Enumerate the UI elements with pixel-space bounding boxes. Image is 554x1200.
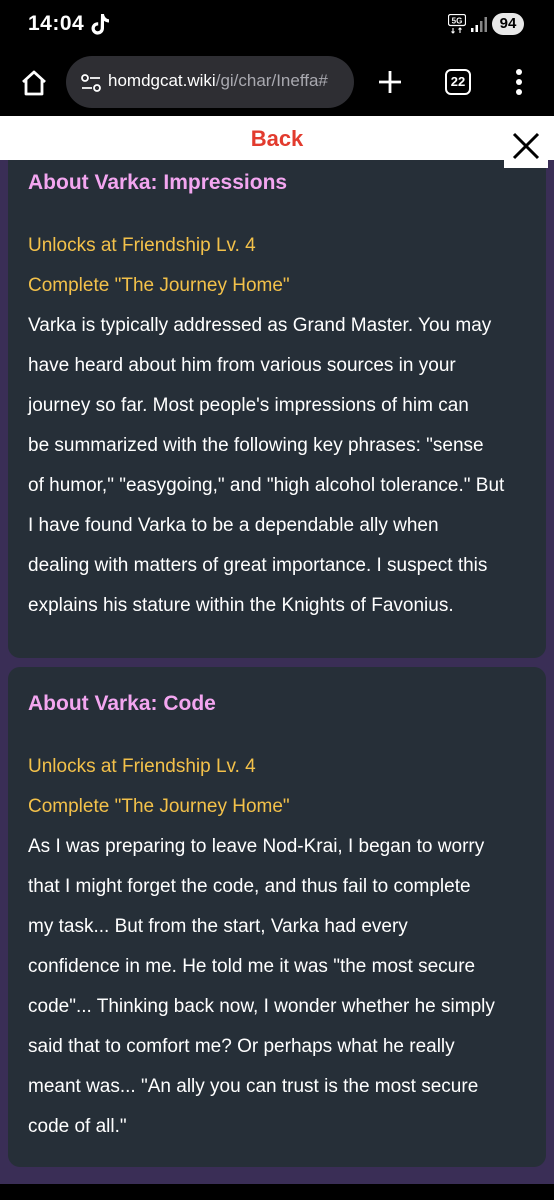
plus-icon [379, 71, 401, 93]
tiktok-icon [89, 12, 111, 36]
unlock-level: Unlocks at Friendship Lv. 4 [28, 235, 256, 256]
network-label: 5G [452, 17, 463, 26]
url-text: homdgcat.wiki/gi/char/Ineffa# [108, 71, 328, 91]
tab-switcher-button[interactable]: 22 [445, 69, 471, 95]
body-line: meant was... "An ally you can trust is t… [28, 1076, 479, 1097]
url-host: homdgcat.wiki [108, 71, 216, 90]
page-content: About Varka: Impressions Unlocks at Frie… [0, 116, 554, 1184]
status-time: 14:04 [28, 12, 85, 35]
unlock-quest: Complete "The Journey Home" [28, 796, 290, 817]
signal-icon [470, 15, 488, 33]
card-body: As I was preparing to leave Nod-Krai, I … [28, 827, 526, 1147]
card-title: About Varka: Impressions [28, 171, 288, 194]
body-line: explains his stature within the Knights … [28, 595, 454, 616]
body-line: journey so far. Most people's impression… [28, 395, 469, 416]
body-line: confidence in me. He told me it was "the… [28, 956, 476, 977]
back-button[interactable]: Back [0, 126, 554, 152]
status-bar: 14:04 5G 94 [0, 0, 554, 52]
body-line: my task... But from the start, Varka had… [28, 916, 408, 937]
unlock-quest: Complete "The Journey Home" [28, 275, 290, 296]
body-line: dealing with matters of great importance… [28, 555, 488, 576]
more-vert-icon [516, 69, 522, 95]
body-line: of humor," "easygoing," and "high alcoho… [28, 475, 505, 496]
url-path: /gi/char/Ineffa# [215, 71, 328, 90]
body-line: code of all." [28, 1116, 127, 1137]
body-line: I have found Varka to be a dependable al… [28, 515, 439, 536]
new-tab-button[interactable] [372, 64, 408, 100]
back-bar: Back [0, 116, 554, 160]
card-varka-impressions: About Varka: Impressions Unlocks at Frie… [8, 126, 546, 658]
more-menu-button[interactable] [506, 64, 532, 100]
tune-icon[interactable] [80, 72, 102, 94]
browser-toolbar: homdgcat.wiki/gi/char/Ineffa# 22 [0, 52, 554, 116]
body-line: said that to comfort me? Or perhaps what… [28, 1036, 455, 1057]
card-body: Varka is typically addressed as Grand Ma… [28, 306, 526, 626]
card-varka-code: About Varka: Code Unlocks at Friendship … [8, 667, 546, 1167]
navigation-gesture-bar [0, 1184, 554, 1200]
network-5g-icon: 5G [447, 13, 467, 34]
close-icon [512, 132, 540, 160]
home-button[interactable] [14, 63, 54, 103]
close-button[interactable] [504, 124, 548, 168]
unlock-level: Unlocks at Friendship Lv. 4 [28, 756, 256, 777]
home-icon [22, 70, 46, 96]
body-line: As I was preparing to leave Nod-Krai, I … [28, 836, 485, 857]
body-line: code"... Thinking back now, I wonder whe… [28, 996, 495, 1017]
battery-indicator: 94 [492, 13, 524, 35]
body-line: be summarized with the following key phr… [28, 435, 484, 456]
address-bar[interactable]: homdgcat.wiki/gi/char/Ineffa# [66, 56, 354, 108]
card-title: About Varka: Code [28, 692, 216, 715]
body-line: have heard about him from various source… [28, 355, 456, 376]
body-line: that I might forget the code, and thus f… [28, 876, 471, 897]
body-line: Varka is typically addressed as Grand Ma… [28, 315, 492, 336]
